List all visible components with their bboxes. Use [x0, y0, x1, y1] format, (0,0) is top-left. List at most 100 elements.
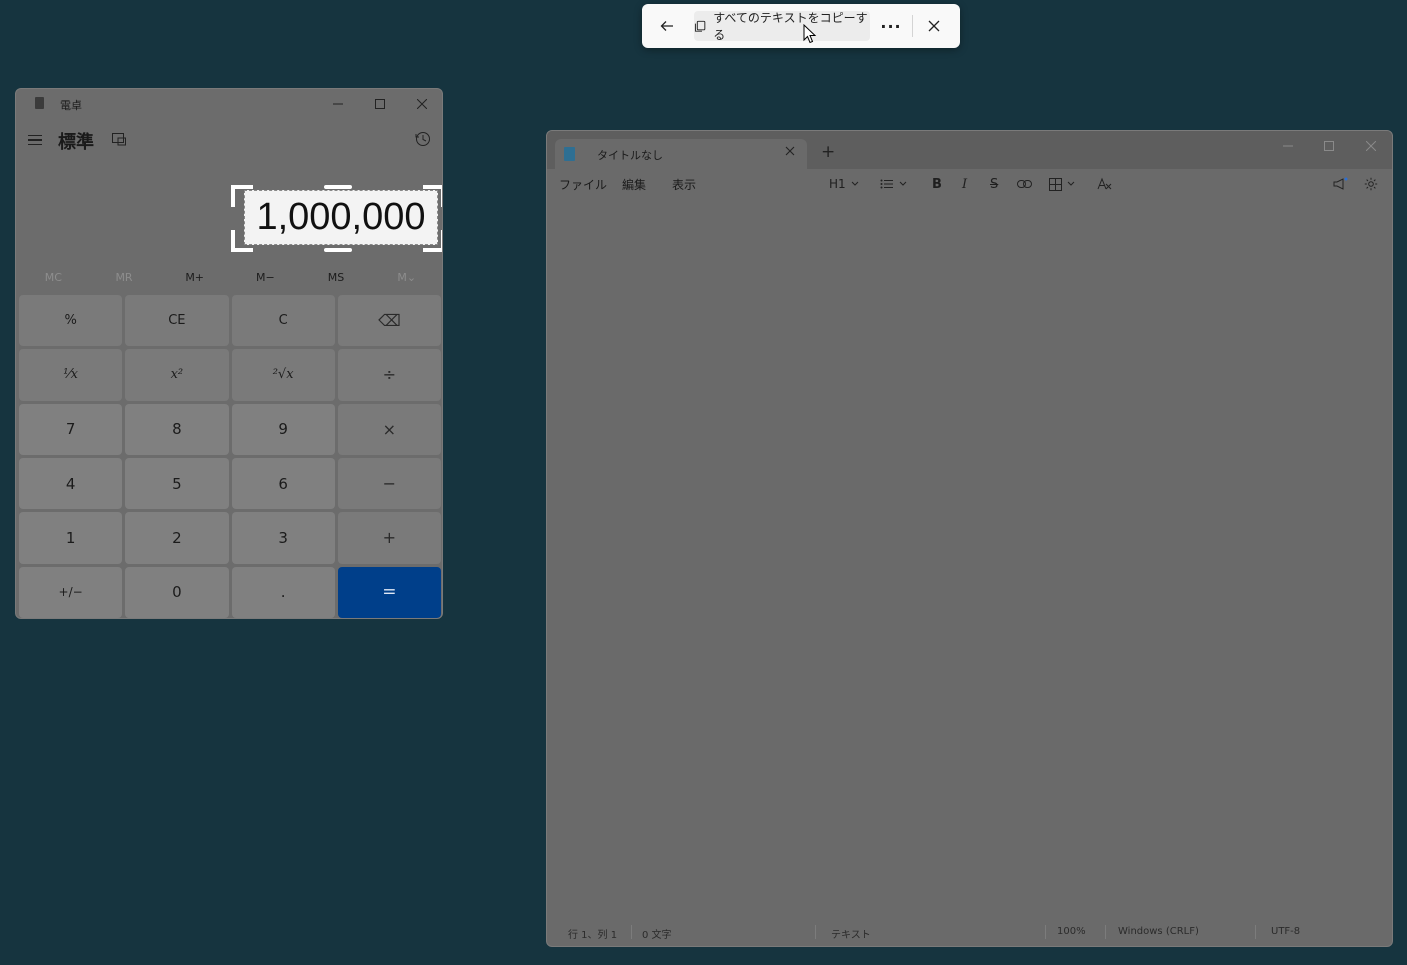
equals-button[interactable]: =: [337, 566, 441, 618]
result-display-selection: 1,000,000: [231, 185, 442, 252]
digit-0-button[interactable]: 0: [125, 566, 229, 618]
history-icon[interactable]: [414, 130, 432, 148]
more-options-button[interactable]: ···: [876, 11, 906, 41]
digit-3-button[interactable]: 3: [231, 512, 335, 564]
minimize-icon: [333, 103, 343, 105]
square-root-button[interactable]: ²√x: [231, 349, 335, 401]
notepad-titlebar: タイトルなし +: [547, 131, 1392, 169]
selection-handle[interactable]: [423, 185, 442, 207]
calculator-titlebar: 電卓: [16, 89, 442, 119]
negate-button[interactable]: +/−: [19, 566, 123, 618]
menu-file[interactable]: ファイル: [559, 176, 607, 193]
memory-recall-button[interactable]: MR: [89, 267, 160, 289]
calculator-title: 電卓: [60, 99, 82, 112]
copy-all-text-button[interactable]: すべてのテキストをコピーする: [694, 11, 870, 42]
result-display[interactable]: 1,000,000: [244, 190, 438, 245]
status-divider: [1045, 925, 1046, 939]
minimize-button[interactable]: [1268, 135, 1308, 157]
hamburger-icon-line: [28, 139, 42, 141]
clear-formatting-button[interactable]: [1097, 174, 1112, 194]
maximize-button[interactable]: [1309, 135, 1349, 157]
line-ending[interactable]: Windows (CRLF): [1118, 926, 1199, 937]
selection-handle[interactable]: [423, 230, 442, 252]
text-actions-toolbar: すべてのテキストをコピーする ···: [642, 4, 960, 48]
multiply-button[interactable]: ×: [337, 403, 441, 455]
selection-handle[interactable]: [231, 230, 253, 252]
selection-handle[interactable]: [231, 185, 253, 207]
calculator-app-icon: [35, 97, 44, 109]
memory-list-button[interactable]: M⌄: [371, 267, 442, 289]
zoom-level[interactable]: 100%: [1057, 926, 1086, 937]
digit-2-button[interactable]: 2: [125, 512, 229, 564]
back-button[interactable]: [652, 11, 682, 41]
memory-subtract-button[interactable]: M−: [230, 267, 301, 289]
heading-label: H1: [829, 177, 846, 191]
close-button[interactable]: [402, 89, 442, 119]
subtract-button[interactable]: −: [337, 457, 441, 510]
square-button[interactable]: x²: [125, 349, 229, 401]
mouse-cursor-icon: [803, 24, 817, 44]
settings-button[interactable]: [1364, 174, 1378, 194]
divide-button[interactable]: ÷: [337, 349, 441, 401]
maximize-button[interactable]: [360, 89, 400, 119]
maximize-icon: [375, 99, 385, 109]
close-icon: [785, 146, 795, 156]
memory-row: MC MR M+ M− MS M⌄: [18, 267, 442, 289]
bulleted-list-icon: [880, 179, 893, 189]
digit-7-button[interactable]: 7: [19, 403, 123, 455]
status-divider: [815, 925, 816, 939]
backspace-button[interactable]: ⌫: [337, 295, 441, 347]
clear-entry-button[interactable]: CE: [125, 295, 229, 347]
navigation-menu-button[interactable]: [28, 131, 46, 149]
memory-clear-button[interactable]: MC: [18, 267, 89, 289]
chevron-down-icon: [1067, 181, 1075, 186]
close-icon: [928, 20, 940, 32]
new-tab-button[interactable]: +: [821, 144, 835, 161]
calculator-mode-title: 標準: [58, 132, 94, 153]
table-icon: [1049, 177, 1062, 191]
strikethrough-button[interactable]: S: [990, 174, 998, 194]
menu-edit[interactable]: 編集: [622, 176, 646, 193]
notepad-tab[interactable]: タイトルなし: [555, 139, 807, 169]
memory-store-button[interactable]: MS: [301, 267, 372, 289]
selection-handle[interactable]: [324, 185, 352, 189]
reciprocal-button[interactable]: ⅟x: [19, 349, 123, 401]
digit-6-button[interactable]: 6: [231, 457, 335, 510]
digit-4-button[interactable]: 4: [19, 457, 123, 510]
percent-button[interactable]: %: [19, 295, 123, 347]
tab-title: タイトルなし: [597, 149, 663, 162]
minimize-icon: [1283, 145, 1293, 147]
keep-on-top-icon[interactable]: [111, 131, 127, 147]
announcements-button[interactable]: [1332, 174, 1348, 194]
toolbar-divider: [912, 15, 913, 37]
close-toolbar-button[interactable]: [919, 11, 949, 41]
add-button[interactable]: +: [337, 512, 441, 564]
table-dropdown[interactable]: [1049, 174, 1075, 194]
selection-handle[interactable]: [324, 248, 352, 252]
encoding[interactable]: UTF-8: [1271, 926, 1300, 937]
digit-8-button[interactable]: 8: [125, 403, 229, 455]
digit-5-button[interactable]: 5: [125, 457, 229, 510]
bold-button[interactable]: B: [932, 174, 942, 194]
minimize-button[interactable]: [318, 89, 358, 119]
digit-9-button[interactable]: 9: [231, 403, 335, 455]
menu-view[interactable]: 表示: [672, 176, 696, 193]
memory-add-button[interactable]: M+: [159, 267, 230, 289]
italic-button[interactable]: I: [962, 174, 967, 194]
close-button[interactable]: [1351, 135, 1391, 157]
arrow-left-icon: [660, 21, 673, 31]
heading-dropdown[interactable]: H1: [829, 174, 859, 194]
text-format[interactable]: テキスト: [831, 926, 871, 941]
hamburger-icon-line: [28, 134, 42, 137]
character-count: 0 文字: [642, 930, 672, 941]
close-icon: [1366, 141, 1376, 151]
list-dropdown[interactable]: [880, 174, 907, 194]
link-button[interactable]: [1017, 174, 1032, 194]
clear-button[interactable]: C: [231, 295, 335, 347]
status-divider: [1255, 925, 1256, 939]
decimal-button[interactable]: .: [231, 566, 335, 618]
calculator-header: 標準: [16, 125, 442, 155]
cursor-position: 行 1、列 1: [568, 930, 618, 941]
close-tab-button[interactable]: [785, 145, 795, 160]
digit-1-button[interactable]: 1: [19, 512, 123, 564]
